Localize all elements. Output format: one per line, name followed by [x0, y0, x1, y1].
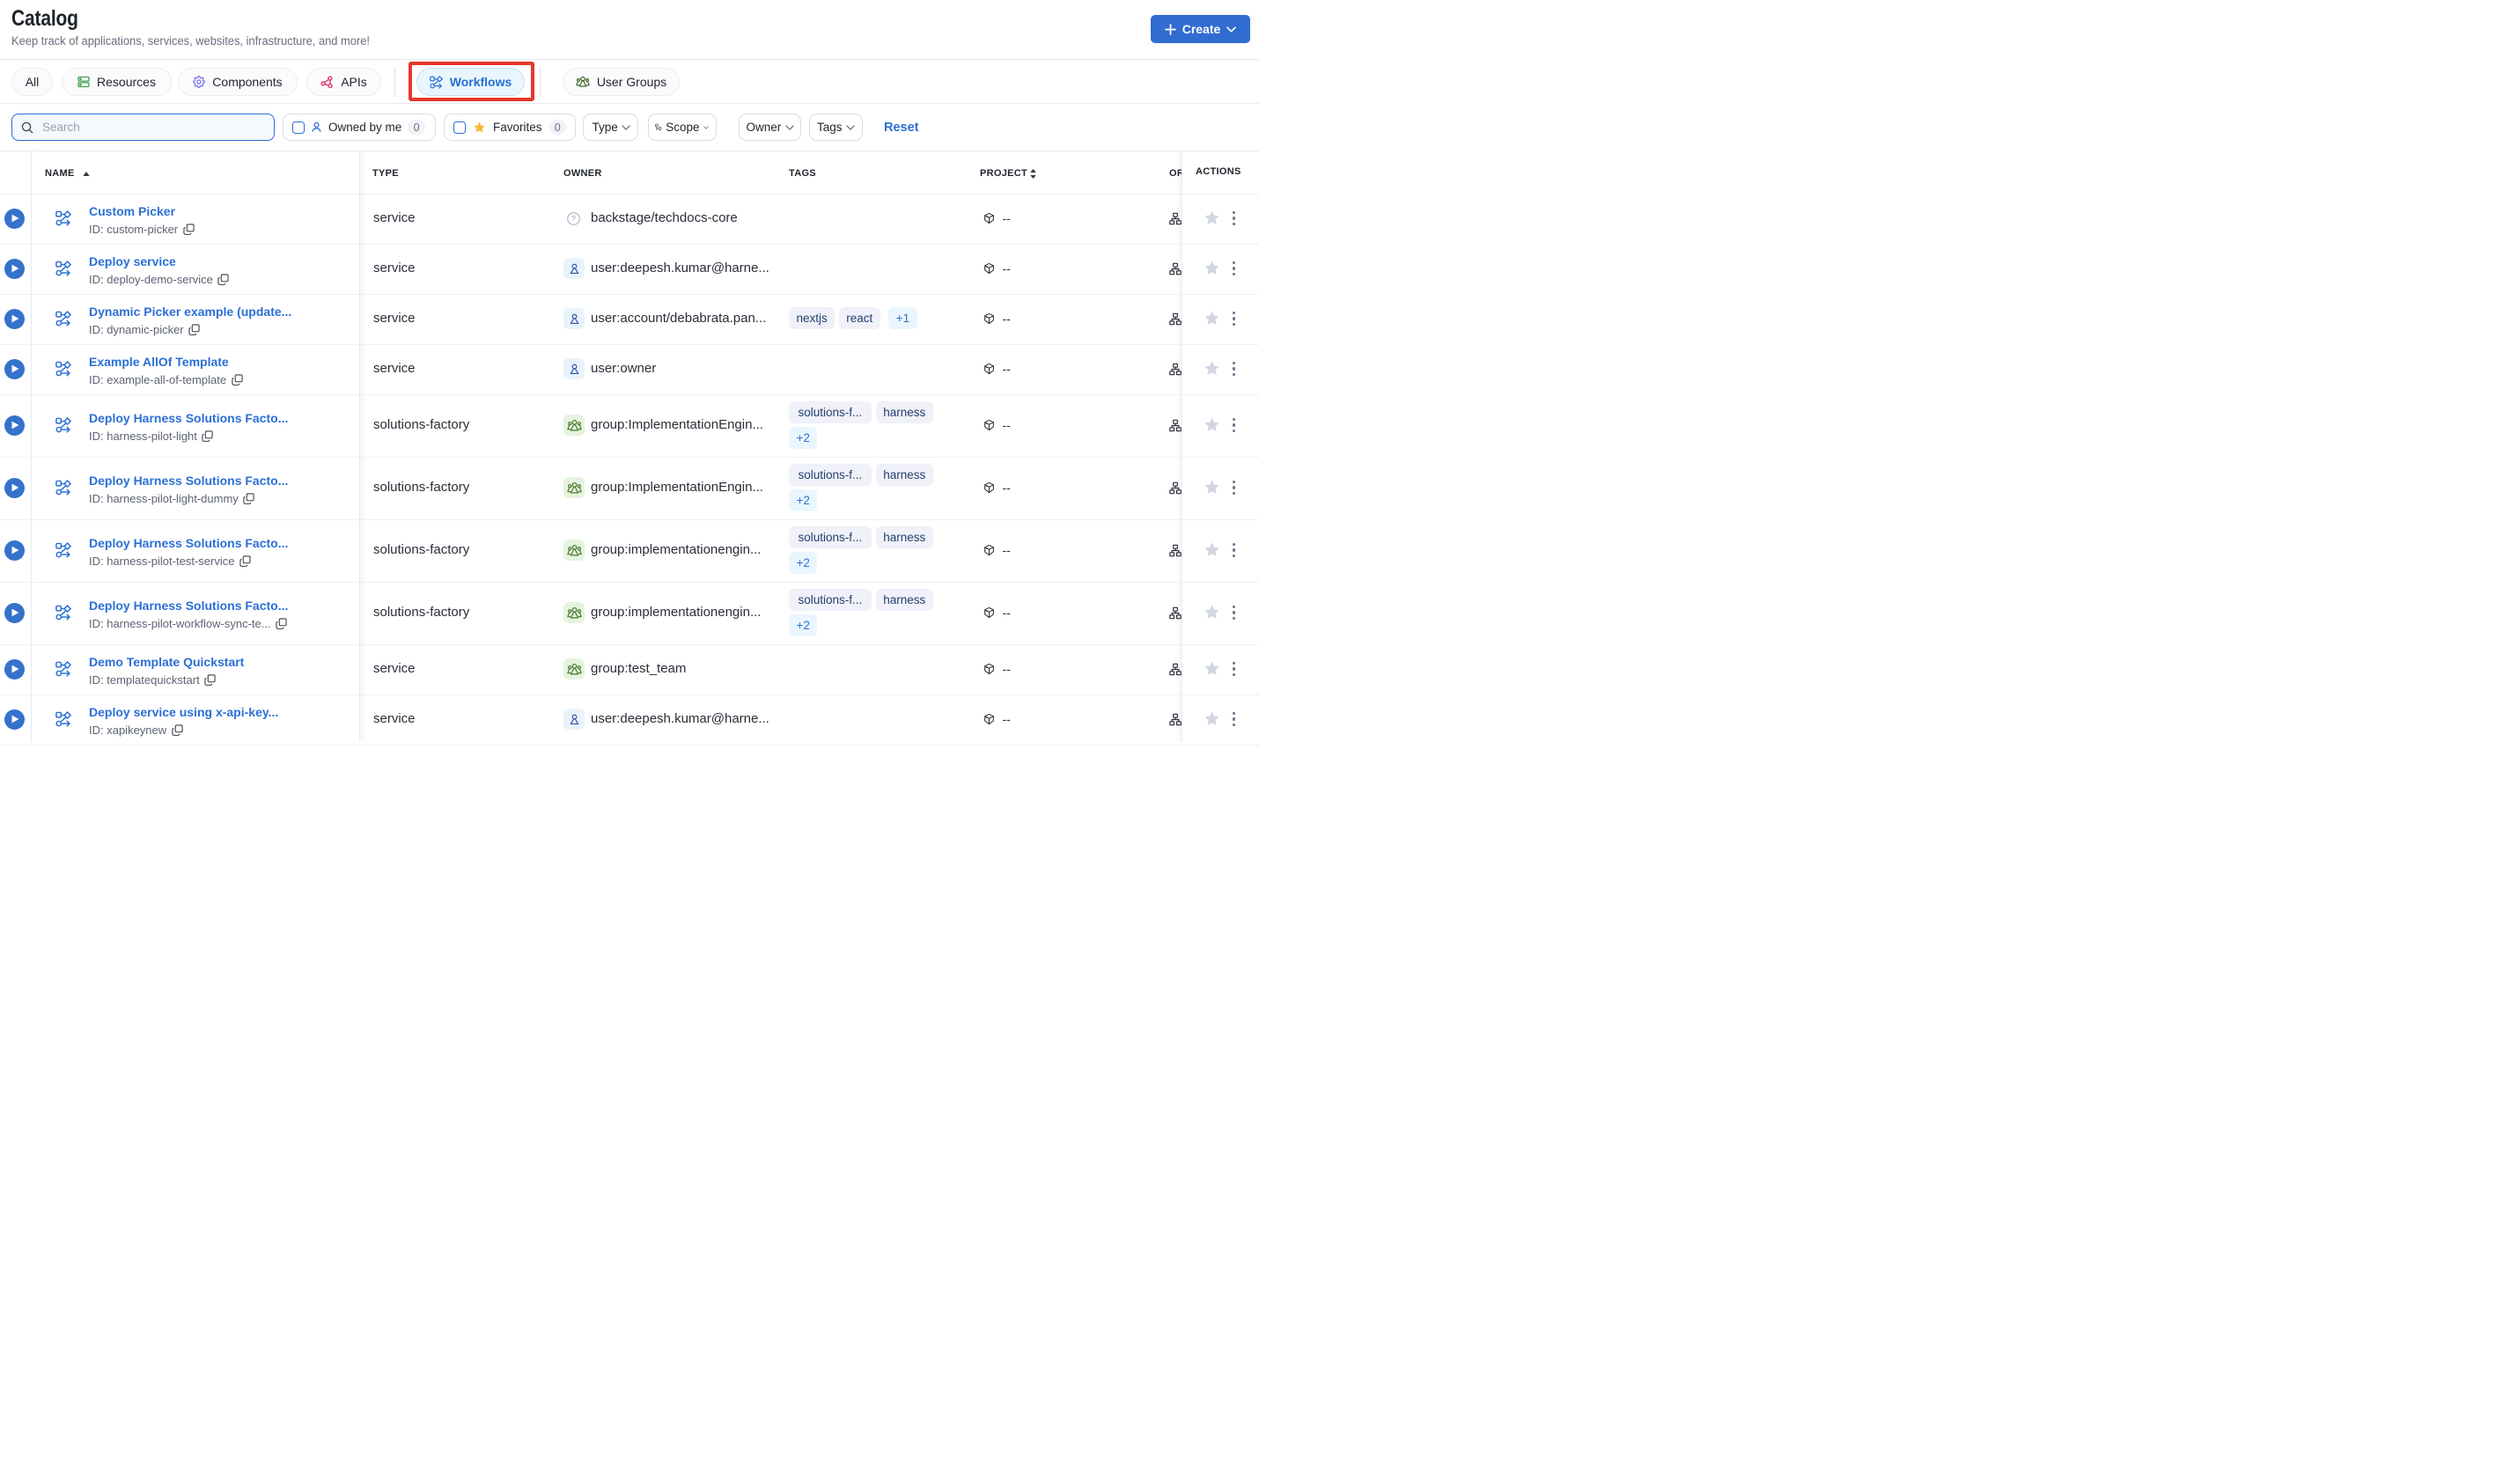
svg-text:?: ?: [571, 214, 576, 223]
